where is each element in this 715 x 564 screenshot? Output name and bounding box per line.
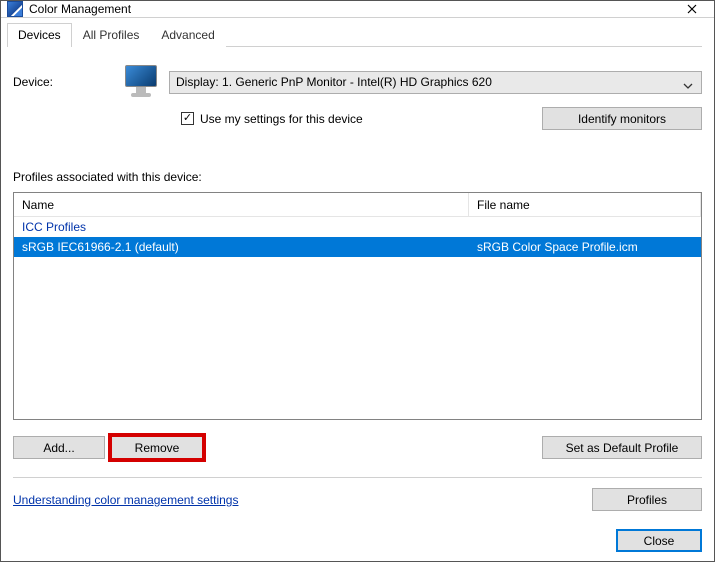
- listview-body: ICC Profiles sRGB IEC61966-2.1 (default)…: [14, 217, 701, 419]
- window-title: Color Management: [29, 2, 669, 16]
- monitor-icon: [121, 65, 161, 99]
- use-my-settings-checkbox[interactable]: ✓ Use my settings for this device: [181, 112, 542, 126]
- add-button[interactable]: Add...: [13, 436, 105, 459]
- device-row: Device: Display: 1. Generic PnP Monitor …: [13, 65, 702, 99]
- table-row[interactable]: sRGB IEC61966-2.1 (default) sRGB Color S…: [14, 237, 701, 257]
- profiles-listview[interactable]: Name File name ICC Profiles sRGB IEC6196…: [13, 192, 702, 420]
- column-filename[interactable]: File name: [469, 193, 701, 216]
- tab-all-profiles[interactable]: All Profiles: [72, 23, 151, 47]
- use-my-settings-label: Use my settings for this device: [200, 112, 363, 126]
- tab-devices[interactable]: Devices: [7, 23, 72, 47]
- device-label: Device:: [13, 75, 113, 89]
- profile-buttons-row: Add... Remove Set as Default Profile: [13, 436, 702, 459]
- app-icon: [7, 1, 23, 17]
- close-button[interactable]: Close: [616, 529, 702, 552]
- remove-button[interactable]: Remove: [111, 436, 203, 459]
- tab-advanced[interactable]: Advanced: [150, 23, 225, 47]
- close-row: Close: [13, 529, 702, 552]
- device-options-row: ✓ Use my settings for this device Identi…: [13, 107, 702, 130]
- column-name[interactable]: Name: [14, 193, 469, 216]
- device-dropdown[interactable]: Display: 1. Generic PnP Monitor - Intel(…: [169, 71, 702, 94]
- row-filename: sRGB Color Space Profile.icm: [469, 240, 701, 254]
- window: Color Management Devices All Profiles Ad…: [0, 0, 715, 562]
- footer-row: Understanding color management settings …: [13, 488, 702, 511]
- content: Devices All Profiles Advanced Device: Di…: [1, 18, 714, 564]
- profiles-button[interactable]: Profiles: [592, 488, 702, 511]
- identify-monitors-button[interactable]: Identify monitors: [542, 107, 702, 130]
- profiles-section-label: Profiles associated with this device:: [13, 170, 702, 184]
- row-name: sRGB IEC61966-2.1 (default): [14, 240, 469, 254]
- checkbox-box: ✓: [181, 112, 194, 125]
- listview-group: ICC Profiles: [14, 217, 701, 237]
- understanding-link[interactable]: Understanding color management settings: [13, 493, 238, 507]
- tabstrip: Devices All Profiles Advanced: [7, 22, 702, 47]
- titlebar: Color Management: [1, 1, 714, 18]
- chevron-down-icon: [683, 79, 693, 93]
- set-default-profile-button[interactable]: Set as Default Profile: [542, 436, 702, 459]
- device-dropdown-value: Display: 1. Generic PnP Monitor - Intel(…: [176, 75, 492, 89]
- close-icon[interactable]: [669, 1, 714, 17]
- divider: [13, 477, 702, 478]
- listview-header: Name File name: [14, 193, 701, 217]
